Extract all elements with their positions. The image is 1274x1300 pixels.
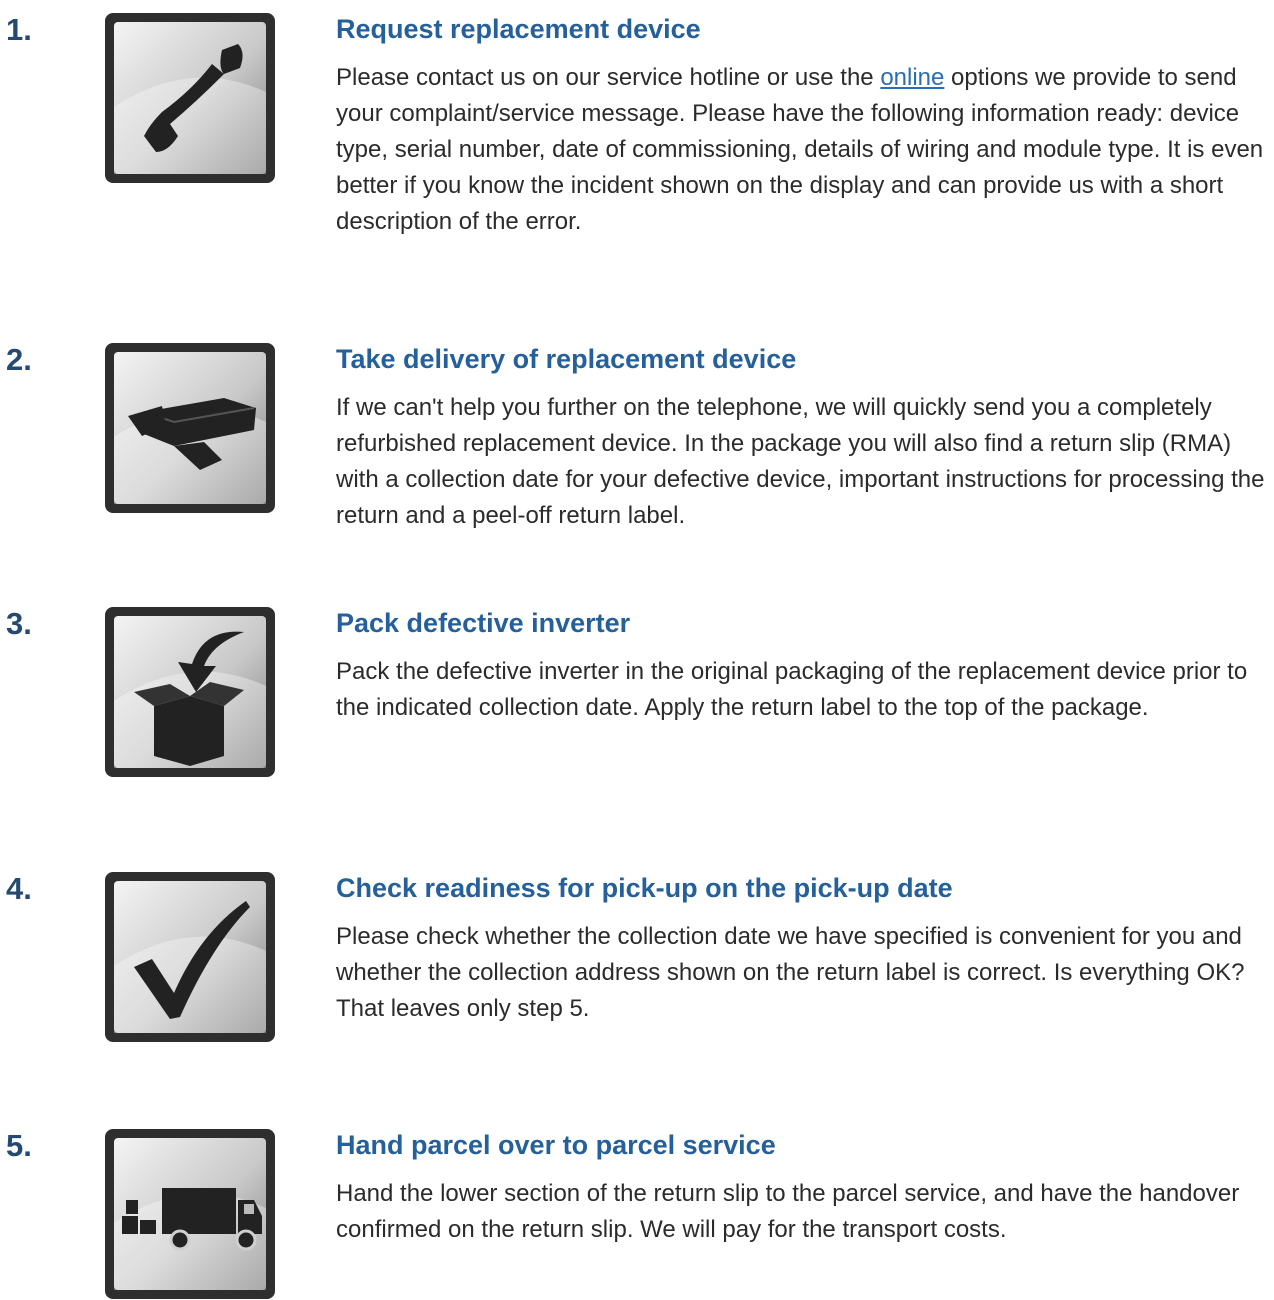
step-number: 5. <box>6 1128 32 1163</box>
step-number: 3. <box>6 606 32 641</box>
step-title: Pack defective inverter <box>336 608 631 638</box>
box-with-arrow-icon <box>104 606 276 778</box>
step-description: Hand the lower section of the return sli… <box>336 1180 1240 1243</box>
step-number: 4. <box>6 871 32 906</box>
step-number: 1. <box>6 12 32 47</box>
step-title: Hand parcel over to parcel service <box>336 1130 776 1160</box>
step-description: Please contact us on our service hotline… <box>336 60 1266 240</box>
step-description: Please check whether the collection date… <box>336 923 1245 1022</box>
step-number: 2. <box>6 342 32 377</box>
step-title: Request replacement device <box>336 14 701 44</box>
hands-delivering-box-icon <box>104 342 276 514</box>
step-description: Pack the defective inverter in the origi… <box>336 658 1248 721</box>
step-description: If we can't help you further on the tele… <box>336 394 1265 529</box>
checkmark-icon <box>104 871 276 1043</box>
online-link[interactable]: online <box>880 64 944 91</box>
step-title: Take delivery of replacement device <box>336 344 797 374</box>
step-title: Check readiness for pick-up on the pick-… <box>336 873 953 903</box>
step-text-before: Please contact us on our service hotline… <box>336 64 881 91</box>
telephone-handset-icon <box>104 12 276 184</box>
delivery-truck-icon <box>104 1128 276 1300</box>
